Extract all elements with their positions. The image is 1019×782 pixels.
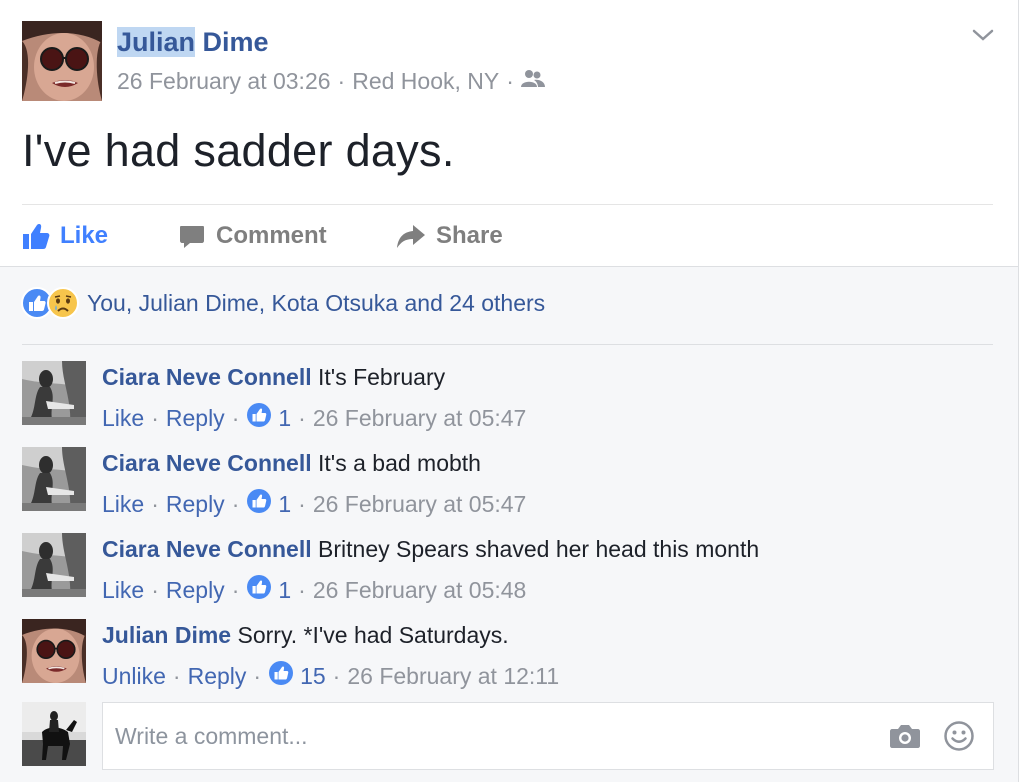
dot-separator: · (298, 490, 306, 517)
comment-like-link[interactable]: Like (102, 491, 144, 518)
like-count-icon[interactable] (246, 402, 272, 434)
reactions-summary[interactable]: You, Julian Dime, Kota Otsuka and 24 oth… (21, 287, 545, 319)
comment-timestamp[interactable]: 26 February at 12:11 (347, 663, 559, 690)
like-count-icon[interactable] (246, 488, 272, 520)
author-last-name[interactable]: Dime (195, 27, 269, 57)
comment-reply-link[interactable]: Reply (188, 663, 247, 690)
comment-body: Julian Dime Sorry. *I've had Saturdays. (102, 622, 509, 649)
comment-timestamp[interactable]: 26 February at 05:47 (313, 491, 527, 518)
like-button[interactable]: Like (22, 222, 178, 250)
dot-separator: · (231, 576, 240, 603)
author-avatar[interactable] (22, 21, 102, 101)
commenter-avatar[interactable] (22, 533, 86, 597)
comment-reply-link[interactable]: Reply (166, 405, 225, 432)
dot-separator: · (332, 662, 341, 689)
commenter-avatar[interactable] (22, 619, 86, 683)
comment-item: Ciara Neve Connell Britney Spears shaved… (22, 533, 1002, 603)
post-author-name[interactable]: Julian Dime (117, 27, 269, 58)
post-text: I've had sadder days. (22, 125, 455, 176)
post-location[interactable]: Red Hook, NY (352, 68, 499, 95)
post-options-chevron-icon[interactable] (970, 24, 996, 46)
comment-like-count[interactable]: 1 (278, 491, 291, 518)
comment-like-count[interactable]: 1 (278, 577, 291, 604)
commenter-name[interactable]: Ciara Neve Connell (102, 536, 312, 562)
camera-icon[interactable] (889, 723, 921, 754)
commenter-avatar[interactable] (22, 361, 86, 425)
dot-separator: · (231, 404, 240, 431)
share-button-label: Share (436, 222, 503, 249)
current-user-avatar[interactable] (22, 702, 86, 766)
dot-separator: · (151, 490, 159, 517)
comment-text: Britney Spears shaved her head this mont… (318, 536, 760, 562)
dot-separator: · (172, 662, 181, 689)
thumbs-up-icon (23, 224, 50, 249)
comment-text: Sorry. *I've had Saturdays. (237, 622, 509, 648)
comment-input[interactable] (115, 720, 875, 752)
comment-reply-link[interactable]: Reply (166, 491, 225, 518)
comment-like-link[interactable]: Like (102, 405, 144, 432)
dot-separator: · (253, 662, 262, 689)
comment-actions: Unlike · Reply · 15 · 26 February at 12:… (102, 660, 559, 692)
comment-body: Ciara Neve Connell Britney Spears shaved… (102, 536, 759, 563)
friends-icon[interactable] (520, 68, 545, 95)
post-meta: 26 February at 03:26 · Red Hook, NY · (117, 68, 545, 95)
comment-item: Ciara Neve Connell It's a bad mobth Like… (22, 447, 1002, 517)
like-count-icon[interactable] (246, 574, 272, 606)
post-timestamp[interactable]: 26 February at 03:26 (117, 68, 331, 95)
comment-item: Julian Dime Sorry. *I've had Saturdays. … (22, 619, 1002, 689)
comment-body: Ciara Neve Connell It's February (102, 364, 445, 391)
commenter-name[interactable]: Julian Dime (102, 622, 231, 648)
comment-actions: Like · Reply · 1 · 26 February at 05:47 (102, 402, 526, 434)
comment-like-count[interactable]: 1 (278, 405, 291, 432)
like-count-icon[interactable] (268, 660, 294, 692)
comment-unlike-link[interactable]: Unlike (102, 663, 166, 690)
dot-separator: · (151, 404, 159, 431)
dot-separator: · (231, 490, 240, 517)
comment-reply-link[interactable]: Reply (166, 577, 225, 604)
reactions-summary-text[interactable]: You, Julian Dime, Kota Otsuka and 24 oth… (87, 290, 545, 317)
post-action-bar: Like Comment Share (22, 218, 503, 254)
dot-separator: · (151, 576, 159, 603)
commenter-name[interactable]: Ciara Neve Connell (102, 450, 312, 476)
comment-item: Ciara Neve Connell It's February Like · … (22, 361, 1002, 431)
author-first-name-highlighted[interactable]: Julian (117, 27, 196, 57)
comment-like-count[interactable]: 15 (300, 663, 326, 690)
smiley-icon[interactable] (943, 720, 975, 757)
comment-composer (22, 702, 1002, 770)
comment-input-box[interactable] (102, 702, 994, 770)
comment-actions: Like · Reply · 1 · 26 February at 05:48 (102, 574, 526, 606)
divider (22, 344, 993, 345)
dot-separator: · (298, 576, 306, 603)
comment-timestamp[interactable]: 26 February at 05:48 (313, 577, 527, 604)
comment-text: It's February (318, 364, 446, 390)
like-button-label: Like (60, 222, 109, 249)
share-arrow-icon (397, 225, 425, 248)
meta-separator: · (337, 68, 346, 94)
meta-separator: · (506, 68, 514, 94)
comment-button-label: Comment (216, 222, 327, 249)
share-button[interactable]: Share (396, 222, 503, 250)
commenter-avatar[interactable] (22, 447, 86, 511)
divider (22, 204, 993, 205)
comment-like-link[interactable]: Like (102, 577, 144, 604)
comment-text: It's a bad mobth (318, 450, 481, 476)
comment-body: Ciara Neve Connell It's a bad mobth (102, 450, 481, 477)
comment-actions: Like · Reply · 1 · 26 February at 05:47 (102, 488, 526, 520)
comment-button[interactable]: Comment (178, 222, 396, 250)
comment-icon (180, 226, 204, 248)
commenter-name[interactable]: Ciara Neve Connell (102, 364, 312, 390)
sad-reaction-icon (47, 287, 79, 319)
post-card: Julian Dime 26 February at 03:26 · Red H… (0, 0, 1019, 782)
dot-separator: · (298, 404, 306, 431)
comment-timestamp[interactable]: 26 February at 05:47 (313, 405, 527, 432)
